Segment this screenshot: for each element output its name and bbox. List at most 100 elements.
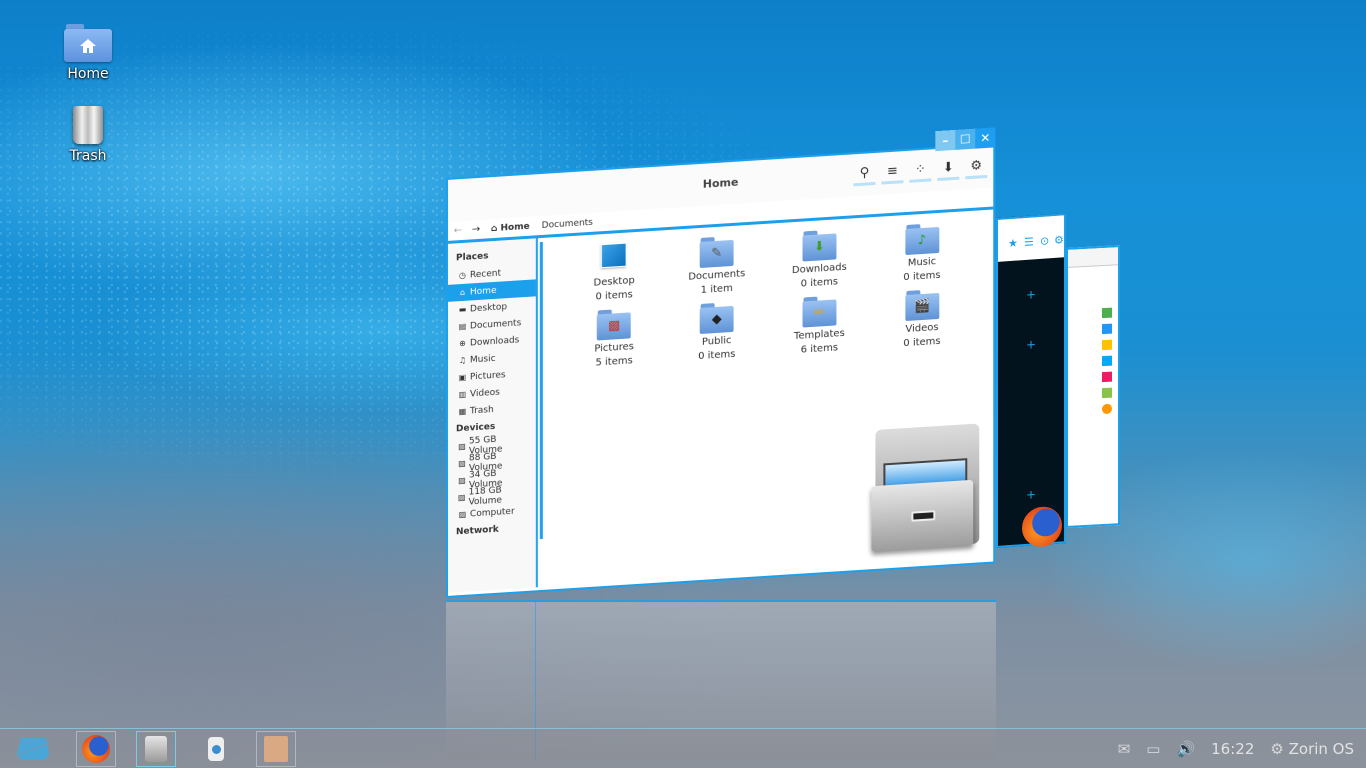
sidebar-item-label: 118 GB Volume	[468, 484, 502, 508]
desktop-icon-label: Home	[67, 66, 109, 82]
firefox-toolbar: ★ ☰ ⊙ ⚙	[998, 215, 1064, 262]
zorin-logo-icon	[17, 738, 49, 760]
office-document-icon	[264, 736, 288, 762]
gear-icon: ⚙	[970, 158, 983, 174]
desktop-icon-trash[interactable]: Trash	[43, 106, 133, 164]
folder-item-public[interactable]: ◆ Public 0 items	[665, 300, 768, 372]
close-button[interactable]: ✕	[975, 127, 996, 149]
sidebar-item-label: Recent	[469, 268, 502, 280]
gear-icon: ⚙	[1270, 740, 1284, 758]
download-button[interactable]: ⬇	[937, 157, 960, 182]
folder-item-desktop[interactable]: Desktop 0 items	[563, 240, 666, 312]
trash-icon	[73, 106, 103, 144]
88-gb-volume-icon: ▨	[458, 458, 466, 469]
taskbar-app-files[interactable]	[136, 731, 176, 767]
volume-icon[interactable]: 🔊	[1176, 740, 1195, 758]
sidebar-item-label: Desktop	[469, 301, 508, 314]
background-window-office[interactable]	[1066, 245, 1120, 528]
pictures-folder-icon: ▩	[597, 308, 632, 341]
documents-folder-icon: ✎	[699, 236, 734, 269]
menu-list-icon: ☰	[1024, 235, 1034, 250]
taskbar-app-office[interactable]	[256, 731, 296, 767]
videos-icon: ▥	[458, 389, 467, 400]
firefox-logo-icon	[1022, 505, 1062, 549]
folder-item-documents[interactable]: ✎ Documents 1 item	[665, 234, 768, 306]
clock[interactable]: 16:22	[1211, 740, 1254, 758]
breadcrumb-label: Home	[500, 221, 530, 234]
sidebar: Places ◷ Recent ⌂ Home ▬ Desktop ▤ Documents ⊕ Do…	[447, 238, 538, 593]
back-button[interactable]: ←	[452, 225, 464, 237]
os-label: Zorin OS	[1288, 740, 1354, 758]
list-view-icon: ≡	[886, 163, 898, 180]
118-gb-volume-icon: ▨	[457, 492, 466, 503]
taskbar-app-firefox[interactable]	[76, 731, 116, 767]
zorin-menu-button[interactable]	[0, 729, 66, 768]
sidebar-item-label: Computer	[469, 506, 515, 519]
mail-icon[interactable]: ✉	[1118, 740, 1131, 758]
forward-button[interactable]: →	[470, 224, 482, 236]
background-window-firefox[interactable]: ★ ☰ ⊙ ⚙ + + +	[996, 213, 1066, 549]
sidebar-item-label: Pictures	[469, 369, 506, 382]
folder-item-pictures[interactable]: ▩ Pictures 5 items	[563, 306, 666, 378]
system-menu-button[interactable]: ⚙ Zorin OS	[1270, 740, 1354, 758]
music-folder-icon: ♪	[904, 223, 939, 256]
music-icon: ♫	[458, 355, 467, 366]
folder-item-videos[interactable]: 🎬 Videos 0 items	[871, 287, 974, 359]
download-circle-icon: ⊙	[1040, 234, 1050, 248]
taskbar-app-audio[interactable]	[196, 731, 236, 767]
home-icon: ⌂	[490, 223, 498, 234]
plus-icon: +	[1026, 487, 1037, 502]
computer-icon: ▨	[458, 509, 467, 520]
desktop-icon: ▬	[458, 304, 467, 315]
file-cabinet-icon	[867, 423, 980, 558]
file-grid: Desktop 0 items ✎ Documents 1 item ⬇ Downloads…	[543, 210, 993, 587]
videos-folder-icon: 🎬	[904, 289, 939, 322]
search-button[interactable]: ⚲	[853, 162, 876, 187]
34-gb-volume-icon: ▨	[458, 475, 466, 486]
trash-icon: ▦	[458, 406, 467, 417]
settings-button[interactable]: ⚙	[965, 155, 988, 180]
grid-view-button[interactable]: ⁘	[909, 159, 932, 183]
maximize-button[interactable]: ☐	[955, 128, 976, 150]
list-view-button[interactable]: ≡	[881, 161, 904, 185]
plus-icon: +	[1026, 287, 1037, 302]
speaker-icon	[208, 737, 224, 761]
55-gb-volume-icon: ▨	[458, 441, 466, 452]
downloads-icon: ⊕	[459, 338, 466, 349]
office-sidebar-icons	[1102, 307, 1114, 415]
sidebar-item-label: Videos	[469, 387, 500, 399]
home-icon: ⌂	[459, 287, 466, 298]
sidebar-item-label: Downloads	[469, 334, 520, 348]
desktop-icon-label: Trash	[69, 148, 107, 164]
system-tray: ✉ ▭ 🔊 16:22 ⚙ Zorin OS	[1118, 729, 1354, 768]
public-folder-icon: ◆	[699, 302, 734, 335]
pictures-icon: ▣	[458, 372, 467, 383]
download-icon: ⬇	[942, 160, 954, 176]
minimize-button[interactable]: –	[935, 129, 956, 152]
file-manager-window[interactable]: Home – ☐ ✕ ⚲ ≡ ⁘ ⬇ ⚙ ← → ⌂ Home Document…	[446, 127, 996, 599]
gear-icon: ⚙	[1054, 233, 1064, 247]
folder-item-music[interactable]: ♪ Music 0 items	[871, 221, 974, 293]
battery-icon[interactable]: ▭	[1146, 740, 1160, 758]
firefox-icon	[82, 735, 110, 763]
taskbar: ✉ ▭ 🔊 16:22 ⚙ Zorin OS	[0, 728, 1366, 768]
desktop-folder-icon	[597, 242, 631, 274]
templates-folder-icon: ✏	[802, 295, 837, 328]
home-folder-icon	[64, 24, 112, 62]
folder-item-templates[interactable]: ✏ Templates 6 items	[768, 293, 871, 365]
plus-icon: +	[1026, 337, 1037, 352]
bookmark-star-icon: ★	[1008, 236, 1018, 251]
search-icon: ⚲	[859, 165, 870, 181]
recent-icon: ◷	[458, 270, 466, 281]
sidebar-item-label: Home	[469, 285, 497, 297]
sidebar-item-label: Trash	[469, 404, 494, 416]
downloads-folder-icon: ⬇	[802, 229, 837, 262]
sidebar-item-label: Music	[469, 353, 496, 365]
grid-view-icon: ⁘	[914, 161, 926, 178]
documents-icon: ▤	[458, 321, 467, 332]
files-icon	[145, 736, 167, 762]
breadcrumb-home[interactable]: ⌂ Home	[488, 221, 533, 234]
folder-item-downloads[interactable]: ⬇ Downloads 0 items	[768, 227, 871, 299]
breadcrumb-documents[interactable]: Documents	[539, 217, 596, 231]
desktop-icon-home[interactable]: Home	[43, 24, 133, 82]
